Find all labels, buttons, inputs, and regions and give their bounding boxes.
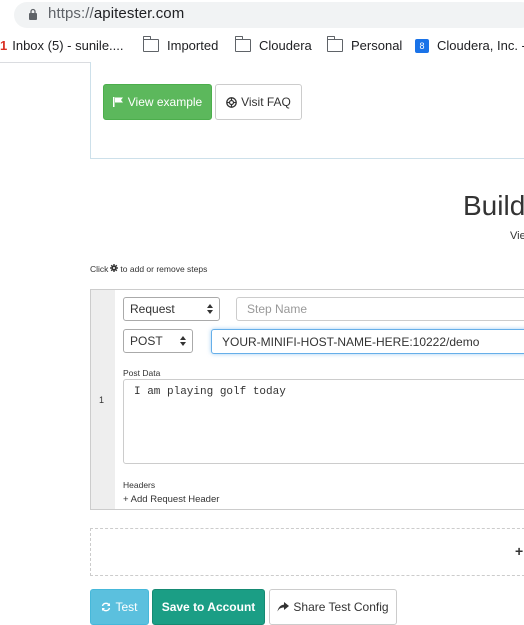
step-name-placeholder: Step Name (247, 302, 308, 316)
bookmark-imported-label: Imported (167, 38, 219, 53)
add-step-icon[interactable]: + (515, 543, 523, 559)
step-type-value: Request (130, 302, 175, 316)
flag-icon (112, 97, 124, 107)
request-url-input[interactable]: YOUR-MINIFI-HOST-NAME-HERE:10222/demo (211, 329, 524, 354)
add-step-area[interactable] (90, 528, 524, 576)
step-name-input[interactable]: Step Name (236, 297, 524, 321)
hint-suffix: to add or remove steps (120, 264, 208, 274)
lock-icon (29, 8, 37, 20)
share-label: Share Test Config (293, 600, 389, 614)
add-request-header-link[interactable]: + Add Request Header (123, 494, 219, 505)
bookmark-cloudera-inc[interactable]: 8 Cloudera, Inc. - (415, 38, 524, 53)
bookmark-inbox[interactable]: 1 Inbox (5) - sunile.... (0, 38, 124, 53)
http-method-value: POST (130, 334, 163, 348)
post-data-label: Post Data (123, 368, 161, 378)
folder-icon (327, 36, 343, 52)
http-method-select[interactable]: POST (123, 329, 193, 353)
bookmark-imported[interactable]: Imported (143, 36, 219, 53)
share-icon (277, 602, 290, 612)
url-text[interactable]: https://apitester.com (48, 5, 184, 22)
test-label: Test (115, 600, 138, 614)
request-url-value: YOUR-MINIFI-HOST-NAME-HERE:10222/demo (222, 334, 480, 349)
bookmark-inbox-label: Inbox (5) - sunile.... (12, 38, 124, 53)
visit-faq-label: Visit FAQ (241, 95, 291, 109)
gear-icon (110, 264, 119, 274)
view-example-button[interactable]: View example (103, 84, 212, 120)
step-type-select[interactable]: Request (123, 297, 220, 321)
view-example-label: View example (127, 95, 203, 109)
hint-prefix: Click (90, 264, 109, 274)
step-number: 1 (99, 395, 105, 405)
calendar-icon: 8 (415, 38, 429, 53)
bookmark-personal[interactable]: Personal (327, 36, 403, 53)
post-data-textarea[interactable]: I am playing golf today (123, 379, 524, 464)
url-host: apitester.com (93, 5, 185, 22)
gmail-icon: 1 (0, 38, 8, 53)
bookmark-cloudera-folder[interactable]: Cloudera (235, 36, 312, 53)
bookmark-cloudera-label: Cloudera (259, 38, 312, 53)
visit-faq-button[interactable]: Visit FAQ (215, 84, 302, 120)
bookmark-cloudera-inc-label: Cloudera, Inc. - (437, 38, 524, 53)
url-protocol: https:// (48, 5, 94, 22)
save-to-account-button[interactable]: Save to Account (152, 589, 265, 625)
test-button[interactable]: Test (90, 589, 149, 625)
folder-icon (235, 36, 251, 52)
bookmark-personal-label: Personal (351, 38, 403, 53)
steps-hint: Click to add or remove steps (90, 264, 207, 274)
refresh-icon (101, 602, 111, 612)
page-subtitle[interactable]: Vie (510, 230, 524, 242)
lifebuoy-icon (226, 96, 237, 108)
select-arrows-icon (207, 304, 213, 314)
share-test-config-button[interactable]: Share Test Config (269, 589, 397, 625)
headers-label: Headers (123, 480, 156, 490)
folder-icon (143, 36, 159, 52)
save-label: Save to Account (161, 600, 256, 614)
post-data-value: I am playing golf today (134, 386, 286, 398)
select-arrows-icon (180, 336, 186, 346)
page-title: Build (463, 190, 524, 221)
